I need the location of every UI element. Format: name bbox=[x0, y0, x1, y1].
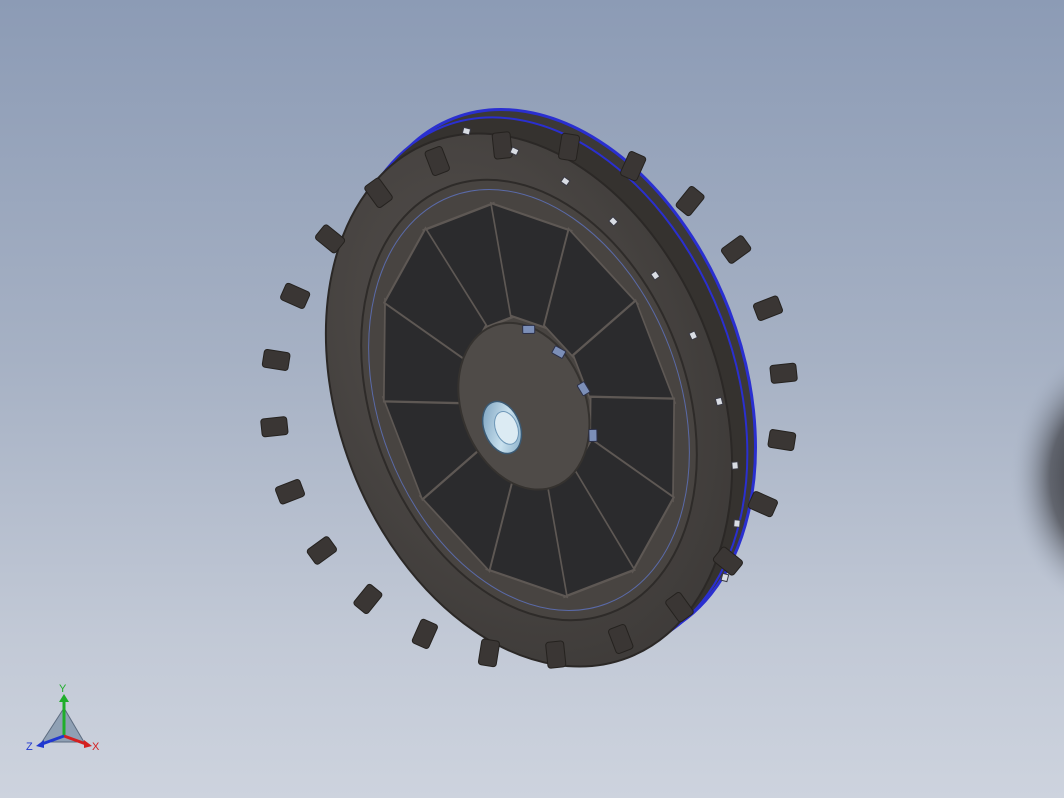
background-shadow-object bbox=[1010, 358, 1064, 598]
y-axis-label: Y bbox=[59, 683, 67, 695]
z-axis-label: Z bbox=[26, 741, 33, 753]
cad-graphics-area[interactable]: Y X Z bbox=[0, 0, 1064, 798]
view-orientation-triad[interactable]: Y X Z bbox=[22, 680, 112, 760]
y-axis-arrow-icon bbox=[59, 694, 69, 702]
z-axis-arrow-icon bbox=[36, 740, 44, 748]
wheel-model[interactable] bbox=[0, 0, 1064, 798]
x-axis-arrow-icon bbox=[84, 740, 92, 748]
x-axis-label: X bbox=[92, 741, 100, 753]
